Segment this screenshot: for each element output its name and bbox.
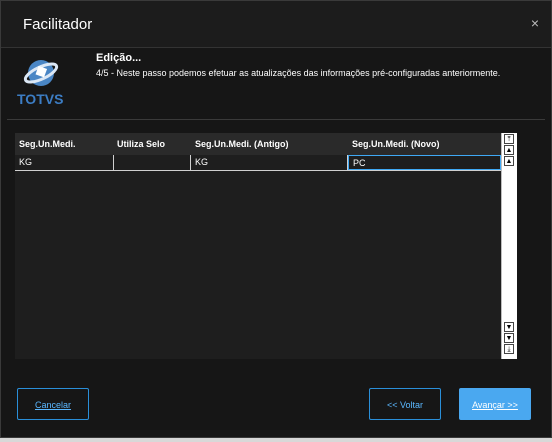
step-description: 4/5 - Neste passo podemos efetuar as atu… bbox=[96, 68, 501, 78]
facilitador-dialog: Facilitador × TOTVS Edição... 4/5 - Nest… bbox=[0, 0, 552, 438]
column-header-utiliza-selo[interactable]: Utiliza Selo bbox=[117, 139, 165, 149]
back-button[interactable]: << Voltar bbox=[369, 388, 441, 420]
step-title: Edição... bbox=[96, 52, 142, 64]
cancel-button-label: Cancelar bbox=[34, 400, 72, 410]
scroll-down-icon[interactable]: ▼ bbox=[504, 333, 514, 343]
column-header-seg-un-medi[interactable]: Seg.Un.Medi. bbox=[19, 139, 76, 149]
dialog-title: Facilitador bbox=[23, 16, 93, 33]
table-cell[interactable]: KG bbox=[191, 155, 348, 170]
close-icon[interactable]: × bbox=[531, 15, 539, 31]
scroll-down-icon[interactable]: ▼ bbox=[504, 322, 514, 332]
logo-text: TOTVS bbox=[17, 91, 63, 106]
scroll-up-icon[interactable]: ▲ bbox=[504, 145, 514, 155]
next-button[interactable]: Avançar >> bbox=[459, 388, 531, 420]
table-cell[interactable]: KG bbox=[15, 155, 114, 170]
scroll-up-icon[interactable]: ▲ bbox=[504, 156, 514, 166]
scroll-bottom-icon[interactable]: ⤓ bbox=[504, 344, 514, 354]
dialog-titlebar: Facilitador × bbox=[1, 1, 551, 48]
next-button-label: Avançar >> bbox=[472, 400, 518, 410]
header-divider bbox=[7, 119, 545, 120]
data-grid[interactable]: Seg.Un.Medi. Utiliza Selo Seg.Un.Medi. (… bbox=[15, 133, 517, 359]
grid-header: Seg.Un.Medi. Utiliza Selo Seg.Un.Medi. (… bbox=[15, 133, 501, 155]
table-cell[interactable] bbox=[114, 155, 191, 170]
cancel-button[interactable]: Cancelar bbox=[17, 388, 89, 420]
column-header-seg-un-medi-antigo[interactable]: Seg.Un.Medi. (Antigo) bbox=[195, 139, 289, 149]
table-row[interactable]: KG KG PC bbox=[15, 155, 501, 171]
scroll-top-icon[interactable]: ⤒ bbox=[504, 134, 514, 144]
vertical-scrollbar[interactable]: ⤒ ▲ ▲ ▼ ▼ ⤓ bbox=[501, 133, 517, 359]
totvs-logo: TOTVS bbox=[16, 56, 66, 107]
column-header-seg-un-medi-novo[interactable]: Seg.Un.Medi. (Novo) bbox=[352, 139, 440, 149]
back-button-label: << Voltar bbox=[386, 400, 424, 410]
table-cell-selected[interactable]: PC bbox=[348, 155, 501, 170]
